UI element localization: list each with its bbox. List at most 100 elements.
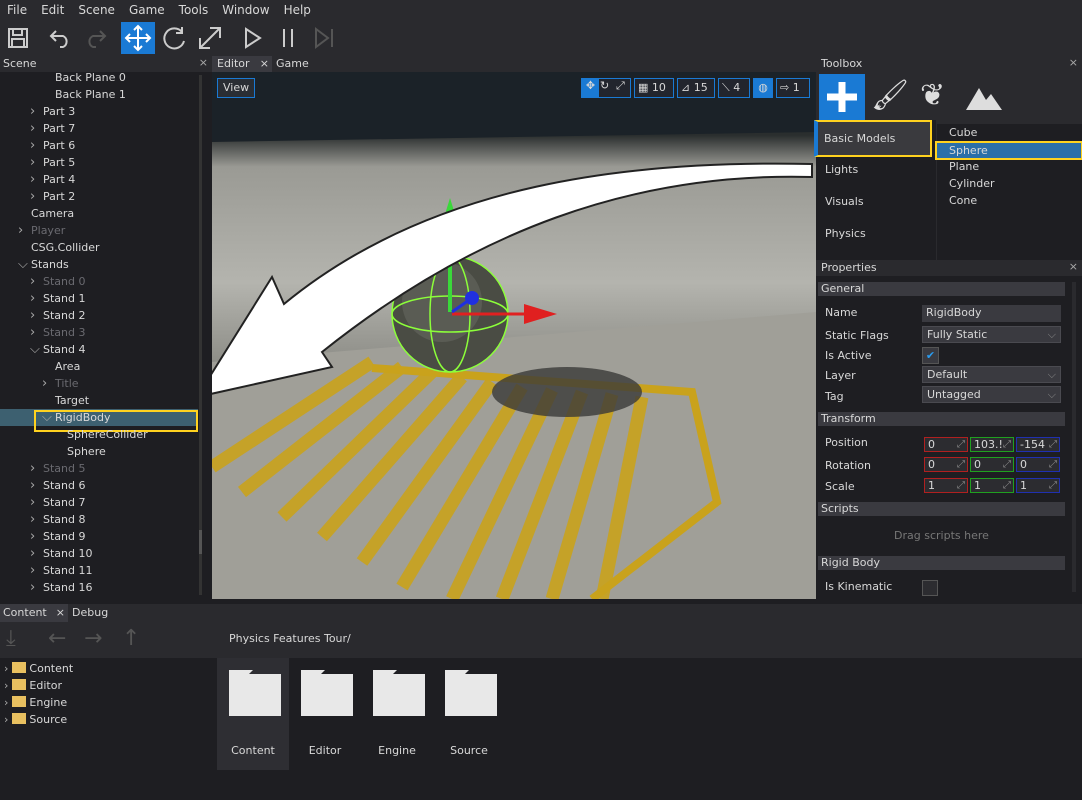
- tree-item[interactable]: › Part 3: [0, 103, 198, 120]
- close-icon[interactable]: ×: [56, 606, 65, 619]
- chevron-right-icon[interactable]: ›: [30, 307, 35, 324]
- content-tree-item[interactable]: › Engine: [4, 694, 67, 711]
- rotate-gizmo-icon[interactable]: ↻: [600, 79, 609, 92]
- chevron-right-icon[interactable]: ›: [30, 273, 35, 290]
- folder-item[interactable]: Content: [217, 658, 289, 770]
- folder-item[interactable]: Source: [433, 658, 505, 770]
- chevron-right-icon[interactable]: ›: [4, 679, 8, 692]
- is-active-checkbox[interactable]: ✔: [922, 347, 939, 364]
- tree-item[interactable]: CSG.Collider: [0, 239, 198, 256]
- rotation-y-field[interactable]: 0: [970, 457, 1014, 472]
- chevron-right-icon[interactable]: ›: [30, 511, 35, 528]
- chevron-right-icon[interactable]: ›: [4, 696, 8, 709]
- chevron-right-icon[interactable]: ›: [30, 290, 35, 307]
- tree-item[interactable]: › Stand 10: [0, 545, 198, 562]
- category-visuals[interactable]: Visuals: [825, 195, 864, 208]
- folder-item[interactable]: Engine: [361, 658, 433, 770]
- tree-item[interactable]: › Stand 3: [0, 324, 198, 341]
- scale-x-field[interactable]: 1: [924, 478, 968, 493]
- tree-item[interactable]: › Stand 7: [0, 494, 198, 511]
- globe-icon[interactable]: ◍: [753, 78, 773, 98]
- editor-viewport[interactable]: View ✥ ↻ ⤢ ▦ 10 ⊿ 15 ⟍ 4 ◍ ⇨ 1: [212, 72, 816, 599]
- chevron-right-icon[interactable]: ›: [18, 222, 23, 239]
- item-cylinder[interactable]: Cylinder: [949, 177, 995, 190]
- step-icon[interactable]: [308, 22, 340, 54]
- chevron-right-icon[interactable]: ›: [30, 562, 35, 579]
- chevron-right-icon[interactable]: ›: [4, 662, 8, 675]
- tree-item[interactable]: ⌵ Stand 4: [0, 341, 198, 358]
- chevron-right-icon[interactable]: ›: [30, 545, 35, 562]
- undo-icon[interactable]: [44, 22, 76, 54]
- position-y-field[interactable]: 103.!: [970, 437, 1014, 452]
- save-icon[interactable]: [2, 22, 34, 54]
- category-basic-models[interactable]: Basic Models: [814, 120, 932, 157]
- chevron-right-icon[interactable]: ›: [4, 713, 8, 726]
- scene-scrollbar-thumb[interactable]: [199, 530, 202, 554]
- chevron-right-icon[interactable]: ›: [30, 137, 35, 154]
- close-icon[interactable]: ×: [1069, 56, 1078, 69]
- tab-editor[interactable]: Editor ×: [212, 56, 272, 72]
- name-field[interactable]: RigidBody: [922, 305, 1061, 322]
- tree-item[interactable]: › Player: [0, 222, 198, 239]
- chevron-down-icon[interactable]: ⌵: [18, 256, 28, 273]
- section-rigid-body[interactable]: Rigid Body: [818, 556, 1065, 570]
- tree-item[interactable]: ⌵ Stands: [0, 256, 198, 273]
- folder-item[interactable]: Editor: [289, 658, 361, 770]
- close-icon[interactable]: ×: [199, 56, 208, 69]
- tree-item[interactable]: › Stand 11: [0, 562, 198, 579]
- tree-item[interactable]: › Part 4: [0, 171, 198, 188]
- chevron-right-icon[interactable]: ›: [30, 171, 35, 188]
- camera-speed-button[interactable]: ⇨ 1: [776, 78, 810, 98]
- static-flags-dropdown[interactable]: Fully Static ⌵: [922, 326, 1061, 343]
- menu-scene[interactable]: Scene: [71, 0, 122, 20]
- menu-tools[interactable]: Tools: [172, 0, 216, 20]
- tab-game[interactable]: Game: [276, 57, 309, 70]
- tree-item[interactable]: › Part 5: [0, 154, 198, 171]
- brush-icon[interactable]: 🖌︎: [871, 78, 909, 113]
- close-icon[interactable]: ×: [1069, 260, 1078, 273]
- menu-window[interactable]: Window: [215, 0, 276, 20]
- tree-item[interactable]: Sphere: [0, 443, 198, 460]
- scale-z-field[interactable]: 1: [1016, 478, 1060, 493]
- redo-icon[interactable]: [80, 22, 112, 54]
- chevron-right-icon[interactable]: ›: [30, 477, 35, 494]
- layer-dropdown[interactable]: Default ⌵: [922, 366, 1061, 383]
- menu-help[interactable]: Help: [277, 0, 318, 20]
- tag-dropdown[interactable]: Untagged ⌵: [922, 386, 1061, 403]
- item-cube[interactable]: Cube: [949, 126, 977, 139]
- drag-scripts-hint[interactable]: Drag scripts here: [818, 529, 1065, 542]
- scale-y-field[interactable]: 1: [970, 478, 1014, 493]
- grid-snap-button[interactable]: ▦ 10: [634, 78, 674, 98]
- rotation-z-field[interactable]: 0: [1016, 457, 1060, 472]
- tree-item[interactable]: › Part 6: [0, 137, 198, 154]
- category-physics[interactable]: Physics: [825, 227, 866, 240]
- content-path[interactable]: Physics Features Tour/: [229, 632, 351, 645]
- content-tree-item[interactable]: › Source: [4, 711, 67, 728]
- tree-item[interactable]: Area: [0, 358, 198, 375]
- tab-content[interactable]: Content ×: [0, 604, 68, 622]
- tree-item[interactable]: › Stand 5: [0, 460, 198, 477]
- tree-item[interactable]: › Stand 16: [0, 579, 198, 596]
- menu-file[interactable]: File: [0, 0, 34, 20]
- tree-item[interactable]: › Stand 2: [0, 307, 198, 324]
- tree-item[interactable]: › Part 2: [0, 188, 198, 205]
- tree-item[interactable]: Back Plane 1: [0, 86, 198, 103]
- leaves-icon[interactable]: ❦: [920, 78, 945, 113]
- up-icon[interactable]: ↑: [122, 626, 140, 651]
- close-icon[interactable]: ×: [260, 57, 269, 70]
- chevron-right-icon[interactable]: ›: [42, 375, 47, 392]
- tree-item[interactable]: › Title: [0, 375, 198, 392]
- tree-item[interactable]: › Stand 1: [0, 290, 198, 307]
- chevron-right-icon[interactable]: ›: [30, 120, 35, 137]
- rotation-x-field[interactable]: 0: [924, 457, 968, 472]
- position-z-field[interactable]: -154: [1016, 437, 1060, 452]
- chevron-right-icon[interactable]: ›: [30, 188, 35, 205]
- chevron-right-icon[interactable]: ›: [30, 154, 35, 171]
- view-button[interactable]: View: [217, 78, 256, 98]
- tree-item[interactable]: › Stand 8: [0, 511, 198, 528]
- rotate-snap-button[interactable]: ⊿ 15: [677, 78, 715, 98]
- rotate-icon[interactable]: [158, 22, 190, 54]
- translate-icon[interactable]: [121, 22, 155, 54]
- chevron-right-icon[interactable]: ›: [30, 494, 35, 511]
- chevron-right-icon[interactable]: ›: [30, 528, 35, 545]
